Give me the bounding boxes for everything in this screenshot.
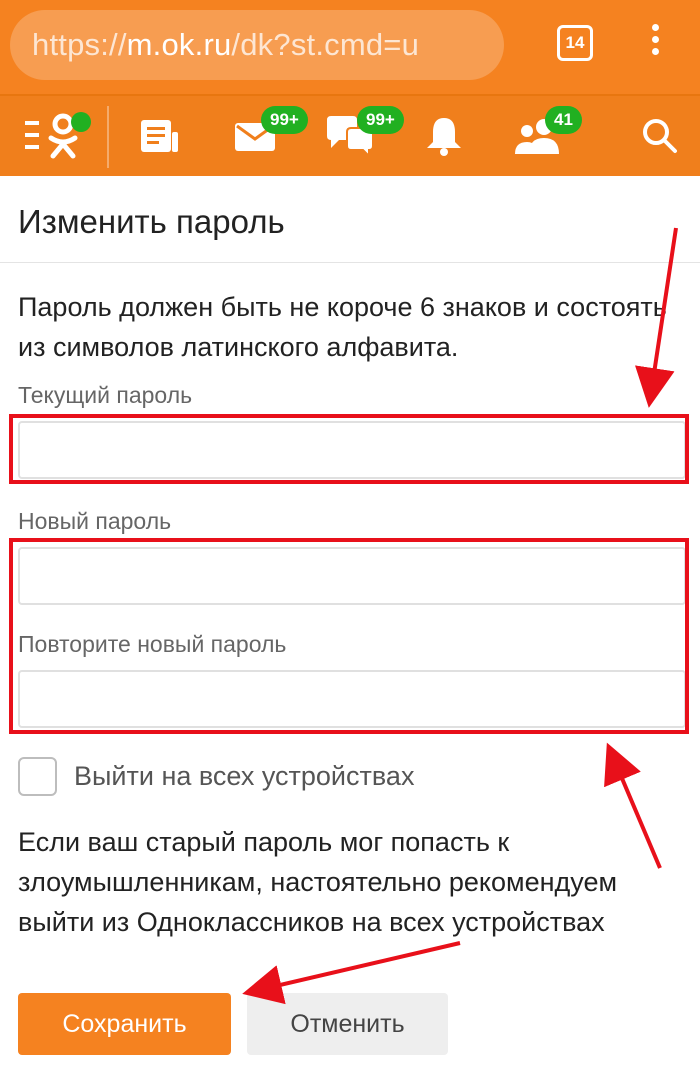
url-text[interactable]: https://m.ok.ru/dk?st.cmd=u: [32, 27, 419, 63]
address-bar[interactable]: https://m.ok.ru/dk?st.cmd=u: [10, 10, 504, 80]
highlight-new-password: [9, 538, 689, 734]
page-title: Изменить пароль: [18, 203, 285, 240]
messages-badge: 99+: [261, 106, 308, 134]
password-rules-text: Пароль должен быть не короче 6 знаков и …: [18, 292, 667, 362]
current-password-label: Текущий пароль: [18, 382, 193, 408]
arrow-to-save-button: [242, 941, 461, 1005]
highlight-current-password: [9, 414, 689, 484]
security-warning-text: Если ваш старый пароль мог попасть к зло…: [18, 827, 618, 937]
app-nav-bar: 99+ 99+ 41: [0, 94, 700, 176]
online-status-dot: [71, 112, 91, 132]
save-button[interactable]: Сохранить: [18, 993, 231, 1055]
feed-icon[interactable]: [130, 96, 190, 176]
browser-menu-icon[interactable]: [643, 24, 667, 64]
new-password-label: Новый пароль: [18, 508, 172, 534]
search-icon[interactable]: [632, 96, 688, 176]
cancel-button[interactable]: Отменить: [247, 993, 448, 1055]
logout-all-checkbox[interactable]: [18, 757, 57, 796]
friends-badge: 41: [545, 106, 582, 134]
browser-toolbar: https://m.ok.ru/dk?st.cmd=u 14: [0, 0, 700, 94]
nav-divider: [107, 106, 109, 168]
discussions-badge: 99+: [357, 106, 404, 134]
bell-icon[interactable]: [414, 96, 474, 176]
divider: [0, 262, 700, 263]
menu-logo-icon[interactable]: [12, 96, 100, 176]
tab-switcher-button[interactable]: 14: [557, 25, 593, 61]
url-domain: m.ok.ru: [126, 27, 232, 62]
logout-all-label[interactable]: Выйти на всех устройствах: [74, 761, 414, 792]
url-scheme: https://: [32, 27, 127, 62]
url-path: /dk?st.cmd=u: [231, 27, 420, 62]
